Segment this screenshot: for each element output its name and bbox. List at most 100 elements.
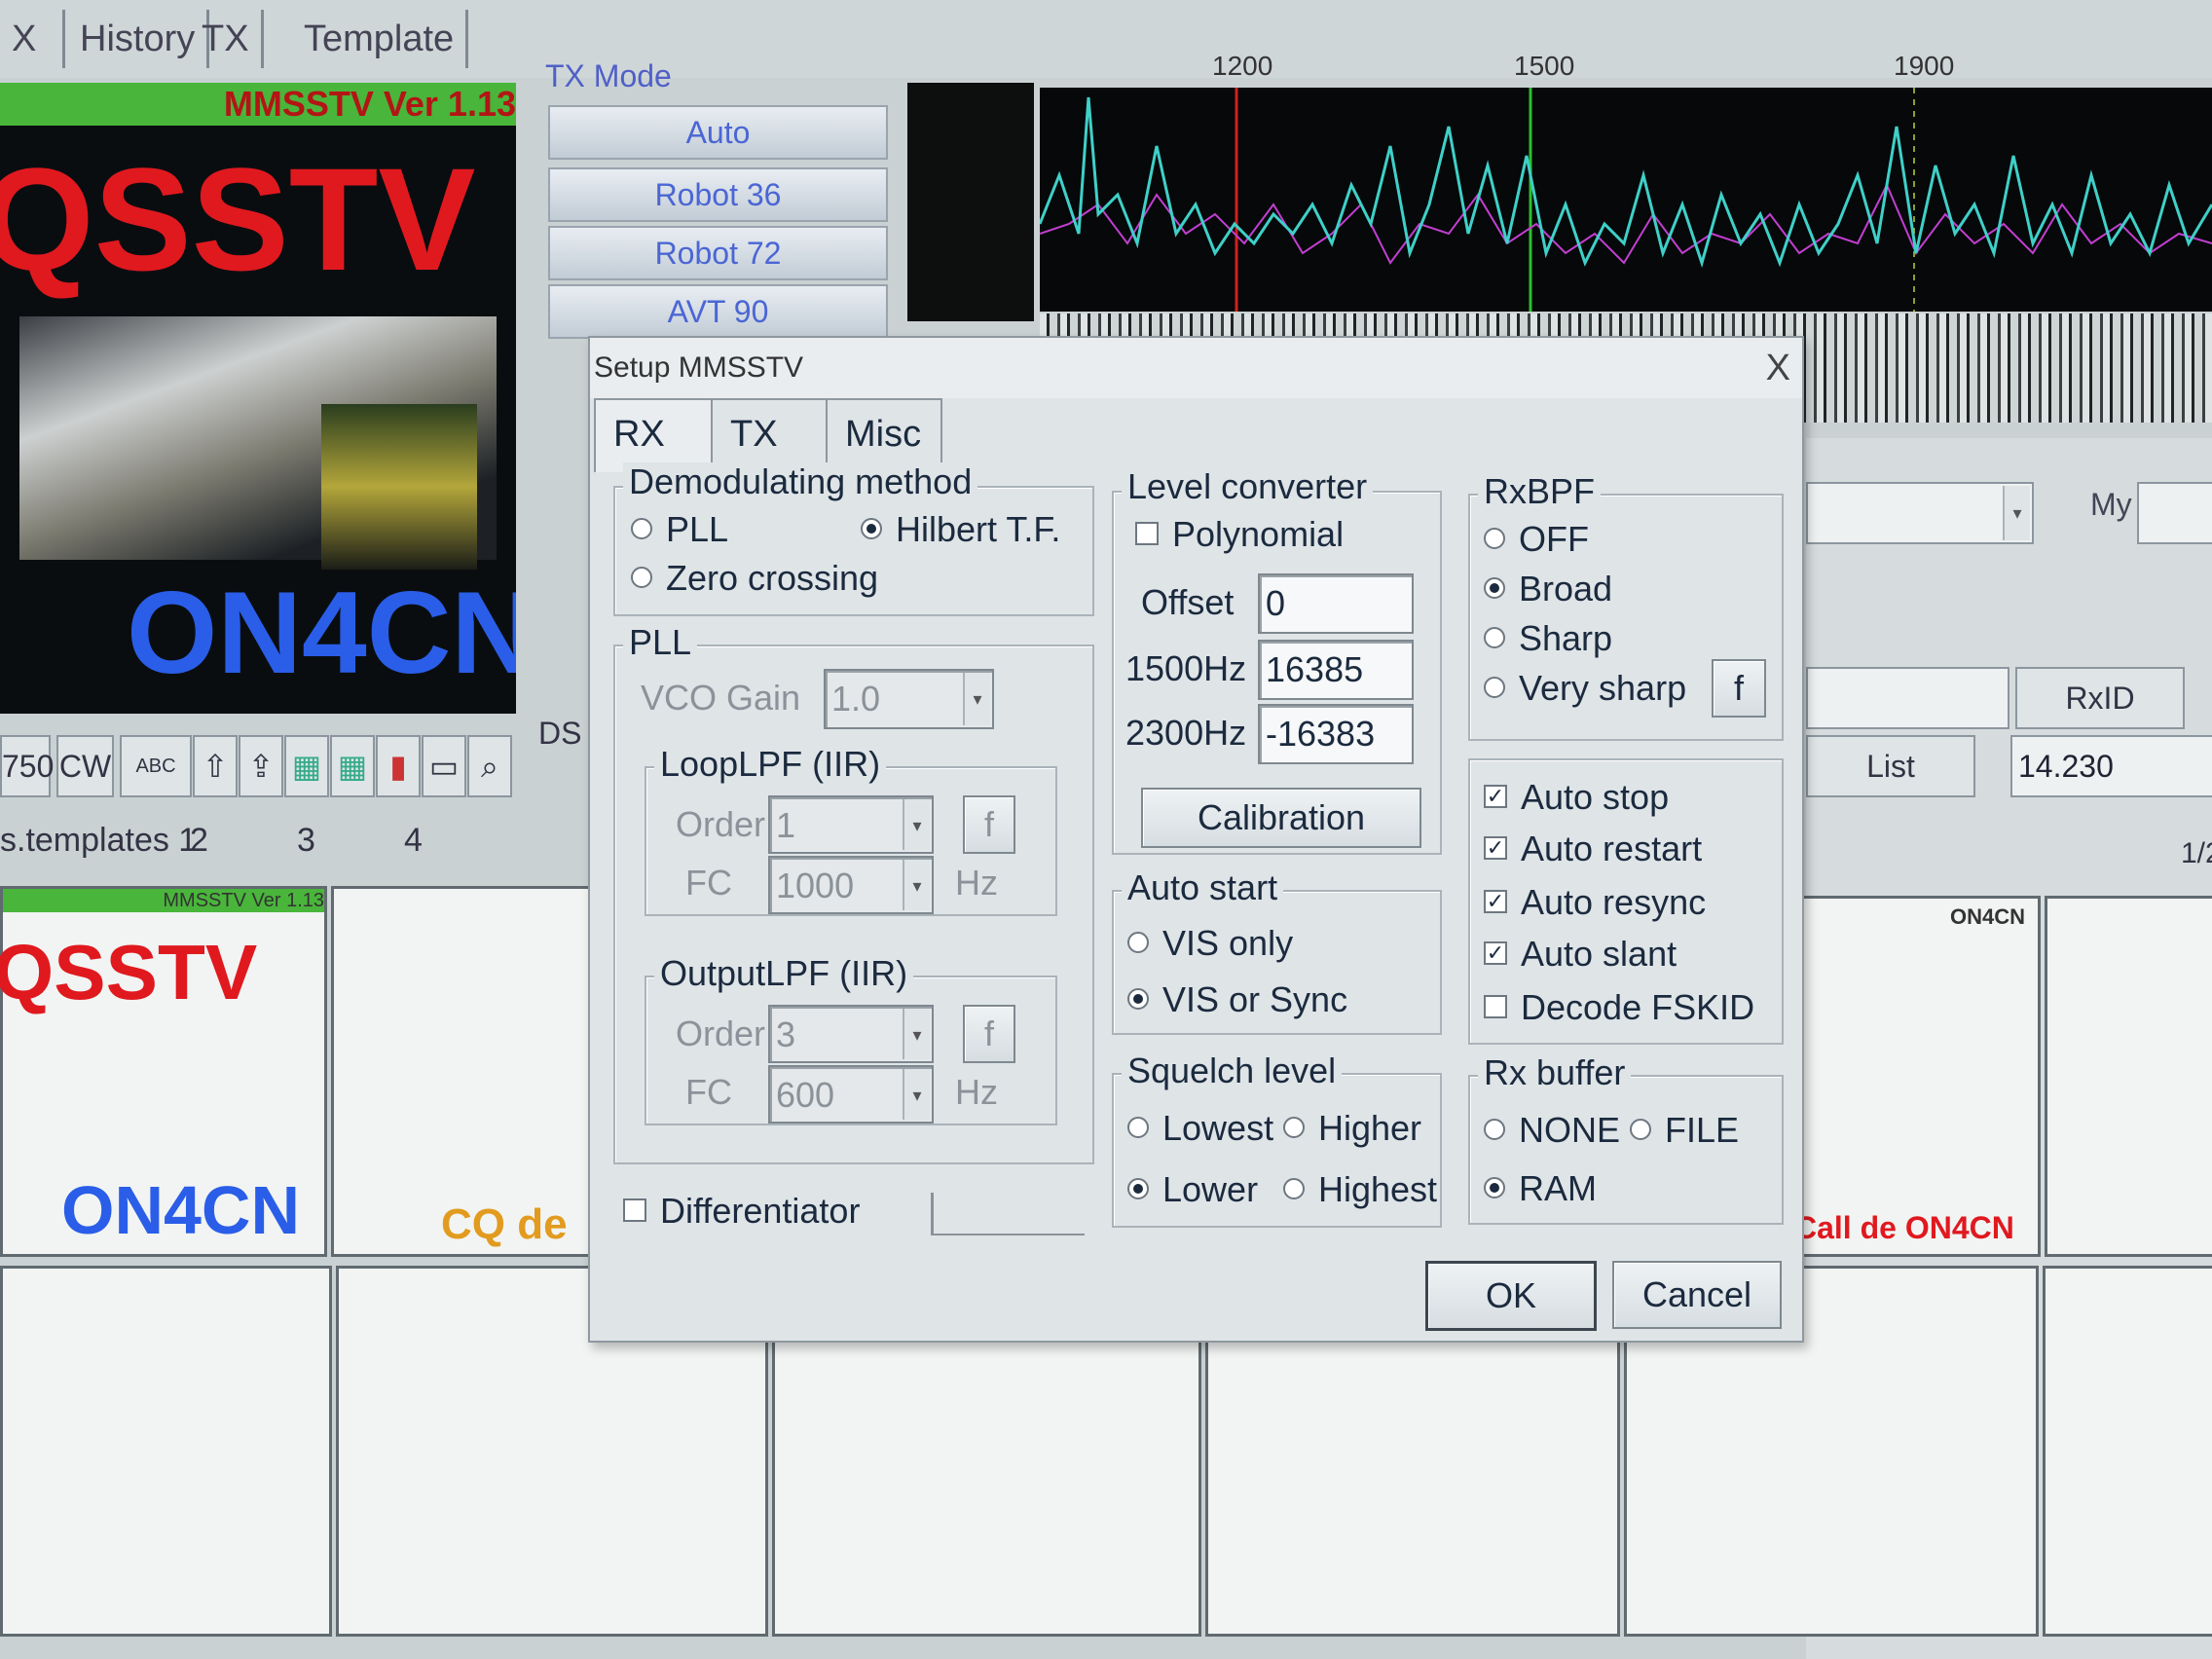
rxbuffer-file-radio[interactable]: FILE [1630,1109,1739,1152]
squelch-higher-radio[interactable]: Higher [1283,1107,1421,1150]
off-label: OFF [1519,519,1589,559]
template-thumb-2[interactable]: CQ de [331,886,595,1257]
polynomial-checkbox[interactable]: Polynomial [1135,513,1344,556]
vco-gain-combo[interactable]: 1.0 ▾ [824,669,994,729]
abc-text-button[interactable]: ABC [120,735,192,797]
demod-hilbert-label: Hilbert T.F. [896,509,1061,549]
squelch-lower-radio[interactable]: Lower [1127,1168,1258,1211]
template-tab-2[interactable]: 2 [190,808,208,872]
clipboard-icon[interactable]: ▭ [422,735,466,797]
setup-dialog: Setup MMSSTV X RX TX Misc Demodulating m… [588,336,1804,1343]
template-thumb-3[interactable]: ON4CN Call de ON4CN [1791,896,2041,1257]
cancel-button[interactable]: Cancel [1612,1261,1782,1329]
template-tab-3[interactable]: 3 [297,808,315,872]
tab-tx-setup[interactable]: TX [711,398,828,468]
locomotive-photo [321,404,477,570]
offset-field[interactable]: 0 [1258,573,1414,634]
decode-fskid-checkbox[interactable]: Decode FSKID [1484,986,1754,1029]
export-icon[interactable]: ⇪ [239,735,283,797]
frequency-field[interactable]: 14.230 [2010,735,2212,797]
loop-fc-value: 1000 [776,866,855,905]
list-button[interactable]: List [1806,735,1975,797]
out-fc-combo[interactable]: 600 ▾ [768,1065,934,1124]
template-thumb-5[interactable] [0,1266,332,1637]
template-tab-1[interactable]: s.templates 1 [0,808,197,872]
auto-restart-checkbox[interactable]: ✓ Auto restart [1484,828,1702,870]
ram-label: RAM [1519,1168,1597,1208]
differentiator-slider[interactable] [931,1193,1085,1235]
vis-sync-radio[interactable]: VIS or Sync [1127,978,1347,1021]
squelch-title: Squelch level [1122,1051,1343,1090]
differentiator-checkbox[interactable]: Differentiator [623,1190,860,1233]
out-fc-label: FC [685,1072,732,1112]
dialog-title: Setup MMSSTV [594,351,804,384]
rxid-button[interactable]: RxID [2015,667,2185,729]
rxid-field[interactable] [1806,667,2009,729]
squelch-lowest-radio[interactable]: Lowest [1127,1107,1273,1150]
thumb-header: MMSSTV Ver 1.13 [3,889,324,912]
mode-combo[interactable]: ▾ [1806,482,2034,544]
none-label: NONE [1519,1110,1621,1150]
loop-order-combo[interactable]: 1 ▾ [768,795,934,854]
vco-label: VCO Gain [641,678,801,718]
vis-only-label: VIS only [1162,923,1294,963]
mode-robot36-button[interactable]: Robot 36 [548,167,888,222]
out-order-combo[interactable]: 3 ▾ [768,1005,934,1063]
loop-fc-combo[interactable]: 1000 ▾ [768,856,934,914]
image-icon[interactable]: ▦ [284,735,329,797]
rxbpf-f-button[interactable]: f [1712,659,1766,718]
rxbuffer-none-radio[interactable]: NONE [1484,1109,1620,1152]
demod-zero-radio[interactable]: Zero crossing [631,557,878,600]
rxbpf-very-sharp-radio[interactable]: Very sharp [1484,667,1686,710]
rxbuffer-ram-radio[interactable]: RAM [1484,1167,1597,1210]
rxbpf-sharp-radio[interactable]: Sharp [1484,617,1612,660]
out-f-button[interactable]: f [963,1005,1015,1063]
mode-avt90-button[interactable]: AVT 90 [548,284,888,339]
upload-icon[interactable]: ⇧ [193,735,238,797]
calibration-button[interactable]: Calibration [1141,788,1421,848]
template-thumb-1[interactable]: MMSSTV Ver 1.13 QSSTV ON4CN [0,886,327,1257]
demod-pll-radio[interactable]: PLL [631,508,728,551]
lower-label: Lower [1162,1169,1259,1209]
tab-template[interactable]: Template [292,10,469,68]
rxbpf-broad-radio[interactable]: Broad [1484,568,1612,610]
close-icon[interactable]: X [1766,338,1790,398]
thumb-call-text: Call de ON4CN [1794,1210,2014,1245]
preview-title: QSSTV [0,137,476,301]
tab-history[interactable]: History [68,10,210,68]
out-fc-value: 600 [776,1075,835,1115]
chart-icon[interactable]: ▮ [376,735,421,797]
lower-radio-icon [1127,1178,1149,1200]
auto-resync-checkbox[interactable]: ✓ Auto resync [1484,881,1706,924]
cw-button[interactable]: CW [56,735,114,797]
autostart-title: Auto start [1122,868,1284,907]
ok-button[interactable]: OK [1425,1261,1597,1331]
dialog-title-bar: Setup MMSSTV [590,338,1802,398]
top-tab-x[interactable]: X [0,10,65,68]
vis-only-radio[interactable]: VIS only [1127,922,1293,965]
auto-stop-checkbox[interactable]: ✓ Auto stop [1484,776,1669,819]
demod-hilbert-radio[interactable]: Hilbert T.F. [861,508,1060,551]
template-thumb-4[interactable] [2045,896,2212,1257]
mode-robot72-button[interactable]: Robot 72 [548,226,888,280]
auto-slant-check-icon: ✓ [1484,941,1507,966]
tab-tx[interactable]: TX [190,10,264,68]
hz1500-field[interactable]: 16385 [1258,640,1414,700]
template-tab-4[interactable]: 4 [404,808,423,872]
search-icon[interactable]: ⌕ [467,735,512,797]
squelch-highest-radio[interactable]: Highest [1283,1168,1437,1211]
template-thumb-10[interactable] [2043,1266,2212,1637]
hz2300-field[interactable]: -16383 [1258,704,1414,764]
tab-misc[interactable]: Misc [826,398,942,468]
auto-slant-checkbox[interactable]: ✓ Auto slant [1484,933,1677,976]
auto-stop-label: Auto stop [1521,777,1670,817]
rxbpf-off-radio[interactable]: OFF [1484,518,1589,561]
my-call-field[interactable] [2137,482,2212,544]
spectrum-display[interactable] [1038,88,2212,312]
picture-icon[interactable]: ▦ [330,735,375,797]
baud-label[interactable]: 750 [0,735,54,797]
mode-auto-button[interactable]: Auto [548,105,888,160]
higher-label: Higher [1318,1108,1422,1148]
zero-radio-icon [631,567,652,589]
loop-f-button[interactable]: f [963,795,1015,854]
